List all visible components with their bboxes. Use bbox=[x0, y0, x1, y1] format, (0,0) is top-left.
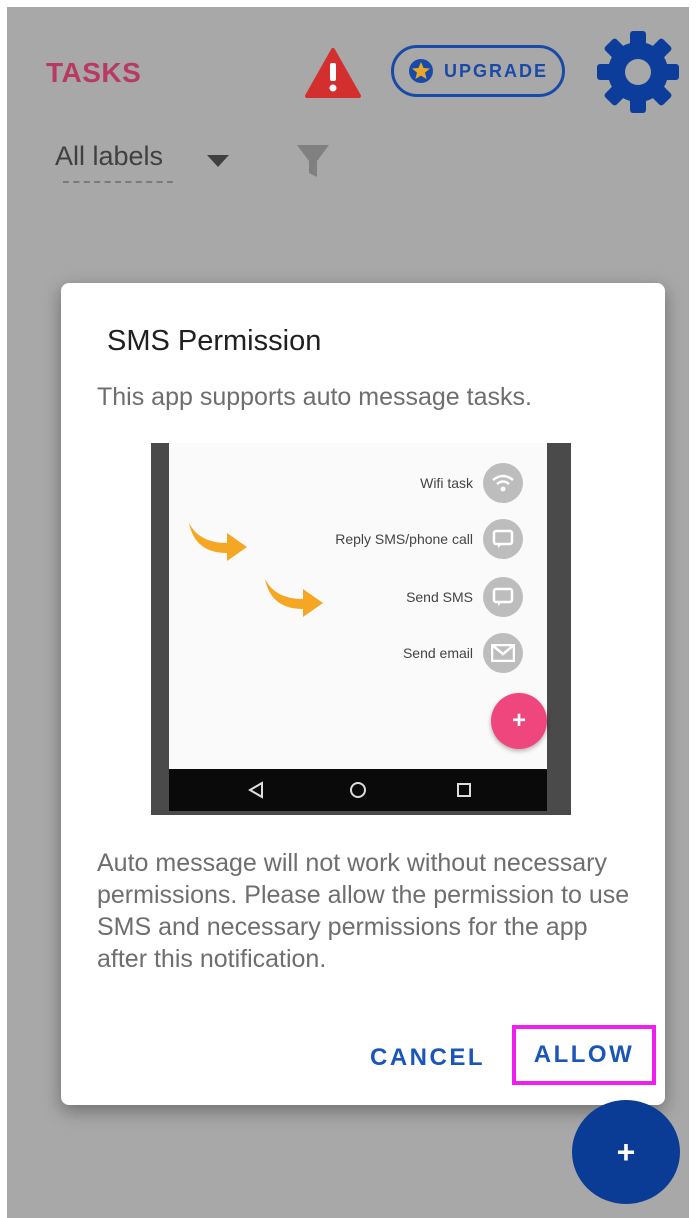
allow-button[interactable]: ALLOW bbox=[512, 1025, 656, 1085]
illustration-item: Send SMS bbox=[406, 577, 523, 617]
illustration-item: Send email bbox=[403, 633, 523, 673]
email-icon bbox=[483, 633, 523, 673]
sms-permission-dialog: SMS Permission This app supports auto me… bbox=[61, 283, 665, 1105]
message-icon bbox=[483, 519, 523, 559]
illustration-item-label: Send SMS bbox=[406, 589, 473, 605]
illustration-add-button: + bbox=[491, 693, 547, 749]
add-task-button[interactable]: + bbox=[572, 1100, 680, 1204]
message-icon bbox=[483, 577, 523, 617]
illustration-item-label: Send email bbox=[402, 645, 473, 661]
recents-icon bbox=[457, 783, 471, 797]
labels-underline bbox=[63, 181, 173, 183]
allow-label: ALLOW bbox=[533, 1041, 635, 1068]
chevron-down-icon[interactable] bbox=[207, 155, 229, 167]
wifi-icon bbox=[483, 463, 523, 503]
dialog-message: This app supports auto message tasks. bbox=[97, 383, 532, 411]
illustration-item: Wifi task bbox=[420, 463, 523, 503]
warning-icon[interactable] bbox=[305, 48, 361, 98]
illustration-navbar bbox=[169, 769, 547, 811]
app-screen: TASKS UPGRADE All labels SMS Permission … bbox=[7, 7, 689, 1218]
illustration-screen: Wifi task Reply SMS/phone call Send SMS … bbox=[169, 443, 547, 769]
app-title: TASKS bbox=[46, 57, 142, 88]
illustration-item: Reply SMS/phone call bbox=[335, 519, 523, 559]
labels-dropdown[interactable]: All labels bbox=[55, 141, 163, 172]
upgrade-button[interactable]: UPGRADE bbox=[391, 45, 565, 97]
illustration-image: Wifi task Reply SMS/phone call Send SMS … bbox=[151, 443, 571, 815]
gear-icon[interactable] bbox=[595, 29, 681, 115]
back-icon bbox=[248, 781, 263, 799]
arrow-icon bbox=[265, 579, 323, 617]
filter-icon[interactable] bbox=[295, 143, 331, 179]
upgrade-label: UPGRADE bbox=[443, 60, 548, 81]
dialog-body: Auto message will not work without neces… bbox=[97, 849, 630, 973]
star-icon bbox=[408, 59, 433, 83]
arrow-icon bbox=[189, 523, 247, 561]
illustration-item-label: Wifi task bbox=[420, 475, 473, 491]
cancel-button[interactable]: CANCEL bbox=[370, 1044, 485, 1072]
home-icon bbox=[350, 782, 366, 798]
illustration-item-label: Reply SMS/phone call bbox=[335, 531, 473, 547]
dialog-title: SMS Permission bbox=[107, 325, 322, 357]
